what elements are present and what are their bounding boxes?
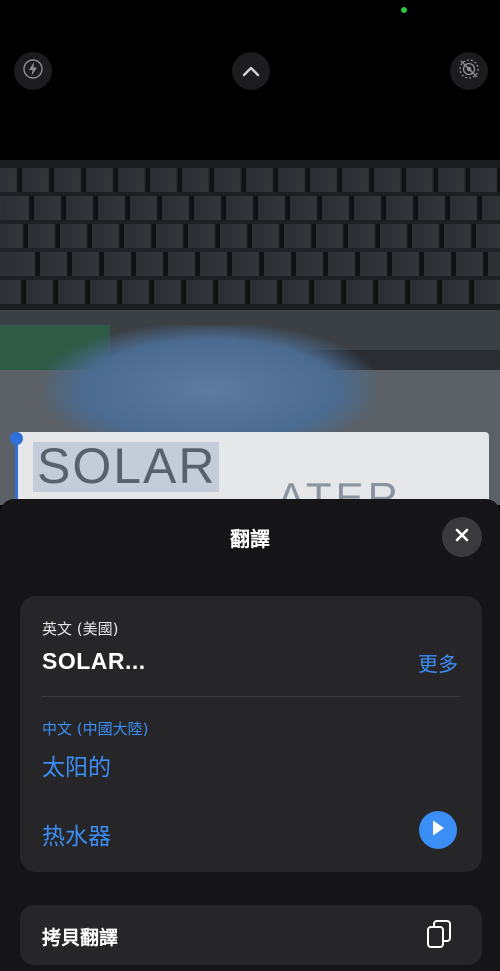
- camera-viewfinder[interactable]: SOLAR ATER: [0, 160, 500, 505]
- play-translation-button[interactable]: [419, 811, 457, 849]
- expand-controls-button[interactable]: [232, 52, 270, 90]
- camera-top-bar: [0, 0, 500, 160]
- close-icon: [454, 527, 470, 547]
- scanned-sign: SOLAR ATER: [10, 432, 489, 505]
- source-text: SOLAR...: [42, 648, 146, 674]
- close-button[interactable]: [442, 517, 482, 557]
- translated-text-line1: 太阳的: [42, 755, 111, 781]
- live-photo-off-icon: [458, 58, 480, 84]
- source-language-label: 英文 (美國): [42, 620, 119, 638]
- target-language-label[interactable]: 中文 (中國大陸): [42, 718, 148, 739]
- flash-off-icon: [23, 59, 43, 83]
- more-button[interactable]: 更多: [418, 648, 458, 677]
- translation-card: 英文 (美國) SOLAR... 更多 中文 (中國大陸) 太阳的 热水器: [20, 596, 482, 872]
- keyboard-scene: [0, 160, 500, 335]
- translated-text-line2: 热水器: [42, 824, 111, 850]
- flash-button[interactable]: [14, 52, 52, 90]
- copy-icon: [421, 917, 457, 953]
- sheet-title: 翻譯: [230, 527, 270, 551]
- selection-handle-bar[interactable]: [15, 438, 18, 500]
- copy-translation-button[interactable]: 拷貝翻譯: [20, 905, 482, 965]
- translation-sheet: 翻譯 英文 (美國) SOLAR... 更多 中文 (中國大陸) 太阳的 热水器…: [0, 499, 500, 971]
- camera-in-use-indicator: [401, 7, 407, 13]
- copy-translation-label: 拷貝翻譯: [42, 927, 119, 949]
- chevron-up-icon: [242, 62, 260, 81]
- divider: [42, 696, 460, 697]
- play-icon: [430, 819, 446, 841]
- scanned-word-solar[interactable]: SOLAR: [37, 438, 217, 494]
- live-photo-button[interactable]: [450, 52, 488, 90]
- selection-handle-knob[interactable]: [10, 432, 23, 445]
